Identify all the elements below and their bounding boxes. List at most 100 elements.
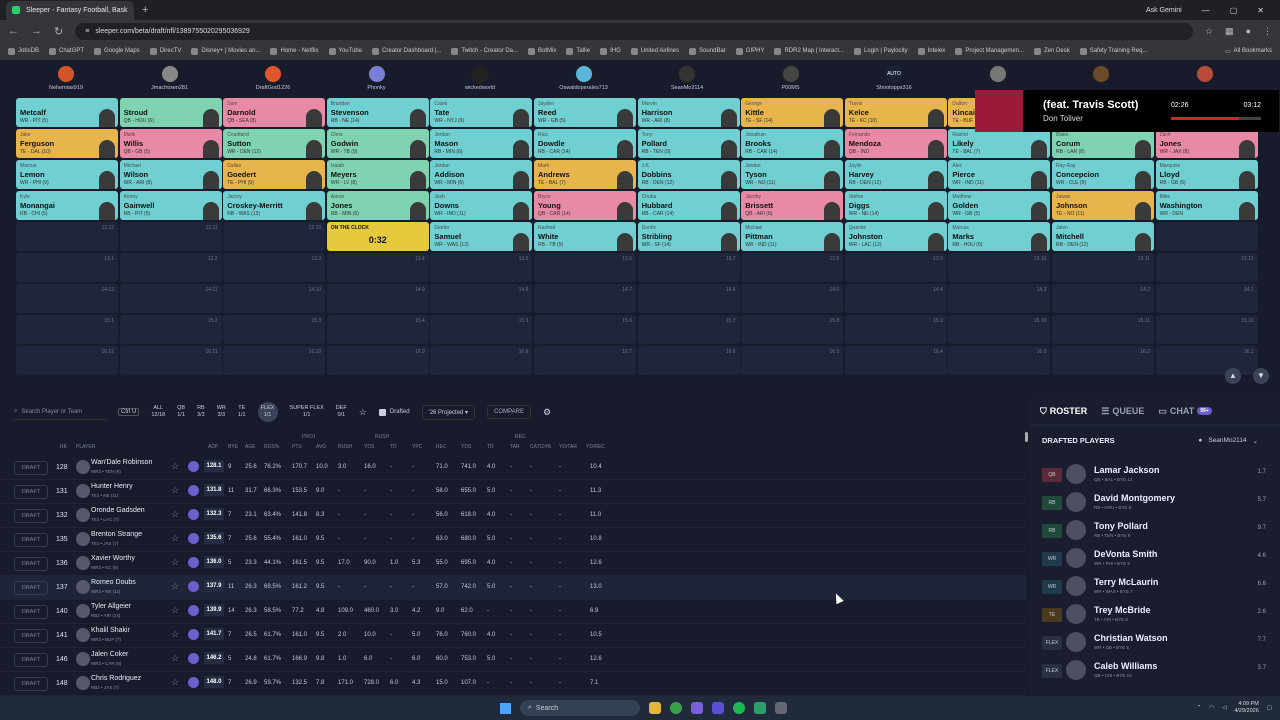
pick-cell[interactable]: Rashod White RB - TB (9)	[534, 222, 636, 251]
pick-cell[interactable]: Michael Pittman WR - IND (11)	[741, 222, 844, 251]
pick-cell[interactable]: Chuba Hubbard RB - CAR (14)	[637, 191, 740, 220]
bookmark-item[interactable]: GIPHY	[735, 47, 764, 55]
pick-cell[interactable]: Marcus Marks RB - HOU (6)	[948, 222, 1051, 251]
pick-cell[interactable]: Brandon Stevenson RB - NE (14)	[326, 98, 429, 127]
close-window-icon[interactable]: ✕	[1257, 6, 1264, 15]
bookmark-item[interactable]: Creator Dashboard |...	[372, 47, 441, 55]
favorite-star-icon[interactable]: ☆	[171, 677, 179, 688]
pick-cell[interactable]: Malik Willis QB - GB (5)	[119, 129, 222, 158]
draft-button[interactable]: DRAFT	[14, 461, 48, 475]
player-row[interactable]: DRAFT 131 Hunter Henry TE1 • NE (11) ☆ 131.8 1…	[0, 480, 1026, 504]
favorite-star-icon[interactable]: ☆	[171, 653, 179, 664]
queue-add-icon[interactable]	[188, 629, 199, 640]
bookmark-item[interactable]: Login | Paylocity	[854, 47, 908, 55]
team-slot[interactable]: Phonky	[329, 60, 425, 91]
position-filter-flex[interactable]: FLEX 1/1	[257, 402, 278, 422]
pick-cell[interactable]: Travis Kelce TE - KC (10)	[844, 98, 947, 127]
player-row[interactable]: DRAFT 135 Brenton Strange TE1 • JAX (7) ☆ 135…	[0, 528, 1026, 552]
pick-cell[interactable]: Kyle Monangai RB - CHI (5)	[16, 191, 118, 220]
bookmark-star-icon[interactable]: ☆	[1205, 26, 1213, 37]
pick-cell[interactable]: Alec Pierce WR - IND (11)	[948, 160, 1051, 189]
position-filter-qb[interactable]: QB 1/1	[177, 405, 185, 419]
on-the-clock-cell[interactable]: ON THE CLOCK 0:32	[326, 222, 429, 251]
team-slot[interactable]: DraftGod1226	[225, 60, 321, 91]
browser-tab[interactable]: Sleeper - Fantasy Football, Bask×	[6, 0, 134, 20]
bookmark-item[interactable]: BotMix	[528, 47, 556, 55]
pick-cell[interactable]: Jordan Tyson WR - NO (11)	[741, 160, 844, 189]
pick-cell[interactable]: Caleb Tate WR - NYJ (9)	[430, 98, 533, 127]
pick-cell[interactable]: Jacory Croskey-Merritt RB - WAS (12)	[223, 191, 326, 220]
pick-cell[interactable]: Fernando Mendoza QB - IND	[844, 129, 947, 158]
bookmark-item[interactable]: IHG	[600, 47, 621, 55]
pick-cell[interactable]: Isaiah Meyers WR - LV (8)	[326, 160, 429, 189]
pick-cell[interactable]: Marcus Lemon WR - PHI (9)	[16, 160, 118, 189]
player-row[interactable]: DRAFT 146 Jalen Coker WR3 • CAR (5) ☆ 146.2 5 2…	[0, 648, 1026, 672]
tab-roster[interactable]: ⛉ ROSTER	[1040, 406, 1087, 417]
site-info-icon[interactable]: ≡	[85, 28, 89, 35]
pick-cell[interactable]: Juwan Johnson TE - NO (11)	[1052, 191, 1154, 220]
pick-cell[interactable]: Mark Andrews TE - BAL (7)	[534, 160, 636, 189]
roster-row[interactable]: TE Trey McBride TE • ARI • BYE 8 2.6	[1030, 602, 1280, 630]
app-icon[interactable]	[691, 702, 703, 714]
grid-app-icon[interactable]	[712, 702, 724, 714]
bookmark-item[interactable]: DirecTV	[149, 47, 181, 55]
reload-icon[interactable]: ↻	[54, 25, 63, 38]
bookmark-item[interactable]: Google Maps	[94, 47, 140, 55]
forward-icon[interactable]: →	[31, 25, 42, 37]
pick-cell[interactable]: Jordan Mason RB - MIN (6)	[430, 129, 533, 158]
music-progress-bar[interactable]	[1171, 117, 1261, 120]
team-slot[interactable]: wickedworld	[432, 60, 528, 91]
roster-row[interactable]: QB Lamar Jackson QB • BAL • BYE 13 1.7	[1030, 462, 1280, 490]
wifi-icon[interactable]: ◠	[1209, 705, 1214, 711]
team-slot[interactable]: Jmachtown281	[122, 60, 218, 91]
url-field[interactable]: ≡ sleeper.com/beta/draft/nfl/138975502029…	[75, 22, 1193, 40]
draft-button[interactable]: DRAFT	[14, 581, 48, 595]
player-row[interactable]: DRAFT 137 Romeo Doubs WR3 • NE (11) ☆ 137.9 11…	[0, 576, 1026, 600]
pick-cell[interactable]: Rashid Likely TE - BAL (7)	[948, 129, 1051, 158]
draft-button[interactable]: DRAFT	[14, 485, 48, 499]
bookmark-item[interactable]: Zen Desk	[1034, 47, 1070, 55]
roster-row[interactable]: FLEX Christian Watson WR • GB • BYE 5 7.7	[1030, 630, 1280, 658]
pick-cell[interactable]: Jalen Mitchell RB - DEN (12)	[1052, 222, 1154, 251]
position-filter-all[interactable]: ALL 12/18	[151, 405, 165, 419]
team-slot[interactable]	[1157, 60, 1253, 85]
favorite-star-icon[interactable]: ☆	[171, 533, 179, 544]
queue-add-icon[interactable]	[188, 533, 199, 544]
team-slot[interactable]: Nehemias919	[18, 60, 114, 91]
all-bookmarks-button[interactable]: ▭ All Bookmarks	[1225, 48, 1272, 55]
pick-cell[interactable]: Sam Darnold QB - SEA (8)	[223, 98, 326, 127]
queue-add-icon[interactable]	[188, 581, 199, 592]
roster-row[interactable]: RB David Montgomery RB • HOU • BYE 8 5.7	[1030, 490, 1280, 518]
roster-row[interactable]: WR Terry McLaurin WR • WAS • BYE 7 6.6	[1030, 574, 1280, 602]
pick-cell[interactable]: Marvin Harrison WR - ARI (8)	[637, 98, 740, 127]
notification-icon[interactable]: ▢	[1267, 705, 1272, 711]
spotify-icon[interactable]	[733, 702, 745, 714]
pick-cell[interactable]: Tony Pollard RB - TEN (9)	[637, 129, 740, 158]
position-filter-def[interactable]: DEF 0/1	[336, 405, 347, 419]
team-slot[interactable]	[950, 60, 1046, 85]
pick-cell[interactable]: Chris Godwin WR - TB (9)	[326, 129, 429, 158]
bookmark-item[interactable]: Twitch - Creator Da...	[451, 47, 518, 55]
user-select[interactable]: ● SeanMo2114 ⌄	[1198, 437, 1258, 445]
queue-add-icon[interactable]	[188, 653, 199, 664]
pick-cell[interactable]: Bryce Young QB - CAR (14)	[534, 191, 636, 220]
scroll-down-icon[interactable]: ▼	[1253, 368, 1269, 384]
pick-cell[interactable]: Aaron Jones RB - MIN (6)	[326, 191, 429, 220]
position-filter-te[interactable]: TE 1/1	[238, 405, 246, 419]
queue-add-icon[interactable]	[188, 509, 199, 520]
pick-cell[interactable]: Matthew Golden WR - GB (5)	[948, 191, 1051, 220]
roster-row[interactable]: RB Tony Pollard RB • TEN • BYE 9 9.7	[1030, 518, 1280, 546]
favorite-star-icon[interactable]: ☆	[171, 629, 179, 640]
queue-add-icon[interactable]	[188, 461, 199, 472]
queue-add-icon[interactable]	[188, 677, 199, 688]
menu-icon[interactable]: ⋮	[1263, 26, 1272, 37]
bookmark-item[interactable]: United Airlines	[630, 47, 679, 55]
pick-cell[interactable]: Metcalf WR - PIT (5)	[16, 98, 118, 127]
team-slot[interactable]: AUTO Shootopps316	[846, 60, 942, 91]
scroll-up-icon[interactable]: ▲	[1225, 368, 1241, 384]
player-row[interactable]: DRAFT 140 Tyler Allgeier RB2 • ARI (14) ☆ 139…	[0, 600, 1026, 624]
draft-button[interactable]: DRAFT	[14, 653, 48, 667]
queue-add-icon[interactable]	[188, 605, 199, 616]
pick-cell[interactable]: Jayden Reed WR - GB (5)	[534, 98, 636, 127]
draft-button[interactable]: DRAFT	[14, 629, 48, 643]
